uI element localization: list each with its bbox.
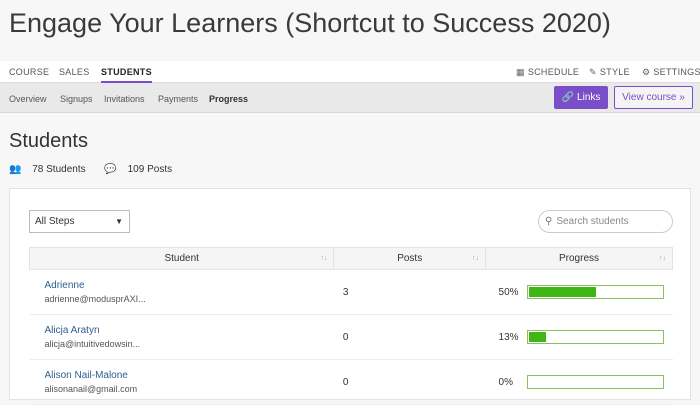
tab-sales[interactable]: SALES [59, 67, 90, 77]
student-cell: Alicja Aratyn alicja@intuitivedowsin... [29, 314, 334, 360]
search-placeholder: Search students [556, 216, 629, 227]
schedule-link[interactable]: ▦ SCHEDULE [516, 67, 579, 78]
column-header-label: Posts [397, 253, 423, 264]
subnav-payments[interactable]: Payments [158, 94, 198, 104]
column-header-posts[interactable]: Posts ↑↓ [333, 247, 487, 270]
student-email: adrienne@modusprAXI... [44, 293, 146, 304]
posts-count: 💬 109 Posts [104, 164, 180, 175]
progress-bar-fill [528, 287, 597, 297]
student-name-link[interactable]: Alison Nail-Malone [45, 370, 334, 381]
links-button[interactable]: 🔗 Links [554, 86, 608, 109]
subnav-overview[interactable]: Overview [9, 94, 47, 104]
progress-bar [526, 330, 664, 344]
posts-cell: 0 [333, 314, 486, 360]
sort-icon: ↑↓ [320, 255, 328, 262]
column-header-student[interactable]: Student ↑↓ [28, 247, 335, 270]
subnav-invitations[interactable]: Invitations [104, 94, 145, 104]
users-icon: 👥 [9, 164, 22, 175]
sort-icon: ↑↓ [659, 255, 666, 262]
subnav-progress[interactable]: Progress [209, 94, 248, 104]
search-input[interactable]: ⚲ Search students [538, 210, 673, 233]
sort-icon: ↑↓ [472, 255, 480, 262]
progress-percent: 13% [498, 331, 519, 343]
table-row: Alicja Aratyn alicja@intuitivedowsin... … [29, 314, 673, 360]
posts-count-label: 109 Posts [127, 164, 173, 175]
brush-icon: ✎ [589, 67, 597, 77]
progress-bar-fill [528, 332, 547, 342]
style-label: STYLE [599, 67, 630, 77]
student-name-link[interactable]: Adrienne [45, 280, 334, 291]
progress-percent: 0% [498, 376, 513, 388]
posts-cell: 3 [333, 269, 486, 315]
student-name-link[interactable]: Alicja Aratyn [45, 325, 334, 336]
links-label: Links [577, 92, 601, 103]
column-header-progress[interactable]: Progress ↑↓ [485, 247, 673, 270]
settings-link[interactable]: ⚙ SETTINGS [642, 67, 700, 78]
students-table: Student ↑↓ Posts ↑↓ Progress ↑↓ Adrienne ad… [28, 247, 673, 405]
chevron-down-icon: ▼ [115, 217, 123, 226]
course-title: Engage Your Learners (Shortcut to Succes… [9, 8, 611, 38]
students-count-label: 78 Students [32, 164, 86, 175]
progress-cell: 13% [485, 314, 673, 360]
view-course-button[interactable]: View course » [614, 86, 693, 109]
student-email: alicja@intuitivedowsin... [44, 338, 141, 349]
students-count: 👥 78 Students [9, 164, 94, 175]
student-cell: Adrienne adrienne@modusprAXI... [29, 269, 334, 315]
tab-students[interactable]: STUDENTS [101, 67, 152, 83]
progress-percent: 50% [498, 286, 519, 298]
steps-filter-select[interactable]: All Steps ▼ [29, 210, 130, 233]
settings-label: SETTINGS [653, 67, 700, 77]
sub-navigation: Overview Signups Invitations Payments Pr… [0, 83, 700, 113]
page-title: Students [9, 130, 88, 152]
student-email: alisonanail@gmail.com [44, 383, 138, 394]
top-navigation: COURSE SALES STUDENTS ▦ SCHEDULE ✎ STYLE ⚙… [0, 61, 700, 83]
table-row: Adrienne adrienne@modusprAXI... 3 50% [29, 269, 673, 315]
subnav-signups[interactable]: Signups [60, 94, 93, 104]
comments-icon: 💬 [104, 164, 117, 175]
students-card: All Steps ▼ ⚲ Search students Student ↑↓ … [9, 188, 691, 405]
calendar-icon: ▦ [516, 67, 525, 77]
progress-bar [526, 285, 664, 299]
schedule-label: SCHEDULE [527, 67, 580, 77]
progress-bar [526, 375, 664, 389]
style-link[interactable]: ✎ STYLE [589, 67, 630, 78]
steps-filter-value: All Steps [35, 216, 75, 227]
search-icon: ⚲ [545, 216, 553, 227]
progress-cell: 50% [485, 269, 673, 315]
column-header-label: Progress [559, 253, 600, 264]
student-stats: 👥 78 Students 💬 109 Posts [9, 164, 188, 175]
tab-course[interactable]: COURSE [9, 67, 49, 77]
link-icon: 🔗 [561, 92, 575, 103]
gears-icon: ⚙ [642, 67, 651, 77]
column-header-label: Student [164, 253, 199, 264]
